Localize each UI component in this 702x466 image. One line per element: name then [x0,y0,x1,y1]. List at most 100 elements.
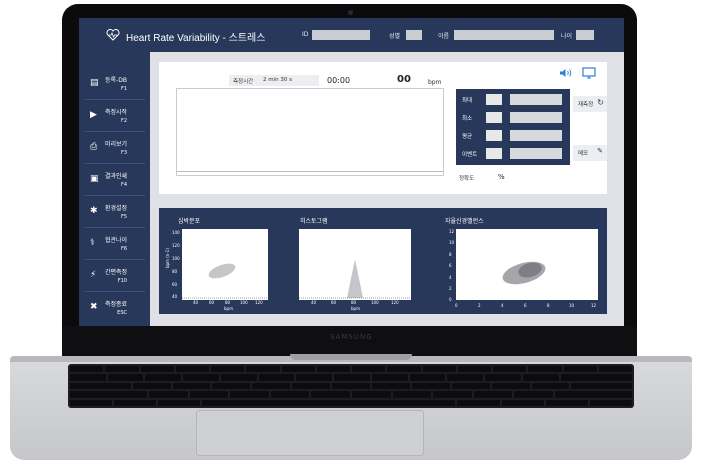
y-tick: 60 [172,282,178,287]
sidebar-item-label: 환경설정 [105,205,128,212]
timer: 00:00 [327,76,351,85]
x-tick: 60 [209,300,215,305]
stat-avg-label: 평균 [462,134,473,140]
x-tick: 40 [193,300,199,305]
app-title: Heart Rate Variability - 스트레스 [126,33,266,44]
sidebar-item-register[interactable]: ▤ 등록-DB F1 [85,70,145,100]
sidebar: ▤ 등록-DB F1 ▶ 측정시작 F2 ⎙ 미리보기 F3 ▣ 결과인쇄 F4… [79,58,147,326]
x-tick: 0 [455,303,458,308]
scatter-chart [182,229,268,300]
stat-event-value [510,148,562,159]
stats-box: 최대 최소 평균 이벤트 [456,89,570,165]
y-tick: 100 [172,256,180,261]
brand-logo: SAMSUNG [330,333,373,341]
sidebar-item-key: F1 [120,86,127,92]
histogram-plot-area [299,259,411,299]
bezel-bottom [62,326,637,356]
x-tick: 6 [524,303,527,308]
remeasure-button[interactable]: 재측정 ↻ [573,96,607,112]
measure-time-box: 측정시간 2 min 30 s [229,75,319,86]
stat-max-value [510,94,562,105]
sidebar-item-print[interactable]: ▣ 결과인쇄 F4 [85,166,145,196]
gender-field[interactable] [406,30,422,40]
x-tick: 8 [547,303,550,308]
x-tick: 10 [569,303,575,308]
name-field[interactable] [454,30,554,40]
gender-label: 성별 [389,33,401,40]
scatter-plot-area [182,263,268,299]
stat-min-value [510,112,562,123]
sidebar-item-settings[interactable]: ✱ 환경설정 F5 [85,198,145,228]
sidebar-item-start[interactable]: ▶ 측정시작 F2 [85,102,145,132]
accuracy-unit: % [498,173,505,181]
chart-title: 심박분포 [178,218,201,225]
x-tick: 120 [391,300,399,305]
y-tick: 120 [172,243,180,248]
x-axis-label: bpm [224,306,233,311]
heart-icon [106,29,120,41]
x-axis-label: bpm [351,306,360,311]
refresh-icon: ↻ [597,98,604,107]
memo-button[interactable]: 메모 ✎ [573,145,607,161]
sidebar-item-label: 등록-DB [105,77,127,84]
sidebar-item-vessel-age[interactable]: ⚕ 협관나이 F6 [85,230,145,260]
memo-label: 메모 [578,151,589,157]
y-tick: 10 [449,240,455,245]
laptop-hinge [290,354,412,360]
x-tick: 120 [255,300,263,305]
id-field[interactable] [312,30,370,40]
stat-event-label: 이벤트 [462,152,478,158]
y-tick: 80 [172,269,178,274]
speaker-icon[interactable] [559,68,573,78]
balance-chart [456,229,598,300]
sidebar-item-end[interactable]: ✖ 측정종료 ESC [85,294,145,324]
touchpad [196,410,424,456]
sidebar-item-key: ESC [117,310,127,316]
sidebar-item-quick[interactable]: ⚡ 간편측정 F10 [85,262,145,292]
app-window: Heart Rate Variability - 스트레스 ID 성별 이름 나… [79,18,624,326]
bpm-value: 00 [397,74,411,85]
y-tick: 6 [449,263,452,268]
id-label: ID [302,31,309,38]
sidebar-item-key: F4 [120,182,127,188]
scatter-cluster [208,263,236,279]
sidebar-item-key: F5 [120,214,127,220]
y-tick: 140 [172,230,180,235]
sidebar-item-label: 측정종료 [105,301,128,308]
keyboard-row [70,382,633,390]
keyboard-row [70,399,633,407]
stat-avg-value [510,130,562,141]
y-tick: 40 [172,294,178,299]
sidebar-item-key: F2 [120,118,127,124]
sidebar-item-label: 협관나이 [105,237,128,244]
age-label: 나이 [561,33,573,40]
stat-event-indicator [486,148,502,159]
chart-title: 자율신경밸런스 [445,218,484,225]
pulse-wave-graph [176,88,444,176]
sidebar-item-preview[interactable]: ⎙ 미리보기 F3 [85,134,145,164]
y-tick: 2 [449,286,452,291]
monitor-icon[interactable] [582,67,596,79]
x-tick: 4 [501,303,504,308]
sidebar-item-key: F6 [120,246,127,252]
y-tick: 8 [449,252,452,257]
x-tick: 60 [331,300,337,305]
sidebar-item-key: F3 [120,150,127,156]
stat-max-label: 최대 [462,98,473,104]
measure-time-value: 2 min 30 s [263,77,292,83]
keyboard-row [70,374,633,381]
chart-title: 히스토그램 [300,218,328,225]
x-tick: 100 [371,300,379,305]
remeasure-label: 재측정 [578,102,594,108]
sidebar-item-label: 측정시작 [105,109,128,116]
keyboard [68,364,634,408]
age-field[interactable] [576,30,594,40]
y-tick: 12 [449,229,455,234]
webcam [348,10,353,15]
y-tick: 0 [449,297,452,302]
stat-min-label: 최소 [462,116,473,122]
stat-min-indicator [486,112,502,123]
stat-max-indicator [486,94,502,105]
y-axis-label: bpm (n-1) [165,248,170,268]
x-tick: 40 [311,300,317,305]
